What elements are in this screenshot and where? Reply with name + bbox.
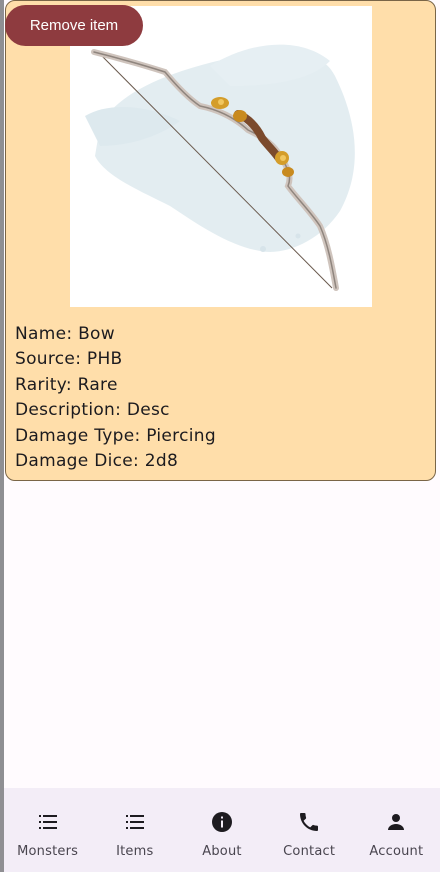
item-description: Description: Desc bbox=[15, 400, 170, 421]
phone-icon bbox=[300, 813, 319, 831]
remove-item-button[interactable]: Remove item bbox=[5, 5, 143, 46]
nav-label-items: Items bbox=[116, 844, 154, 859]
item-details: Name: Bow Source: PHB Rarity: Rare Descr… bbox=[15, 322, 216, 474]
item-source: Source: PHB bbox=[15, 349, 123, 370]
person-icon bbox=[388, 814, 405, 830]
nav-item-monsters[interactable]: Monsters bbox=[5, 788, 90, 859]
nav-item-account[interactable]: Account bbox=[354, 788, 439, 859]
nav-label-monsters: Monsters bbox=[17, 844, 79, 859]
list-icon bbox=[38, 815, 57, 829]
list-icon bbox=[125, 815, 144, 829]
bottom-navigation: Monsters Items About Contact Account bbox=[4, 788, 440, 872]
item-image bbox=[70, 6, 372, 307]
info-icon bbox=[211, 812, 232, 832]
item-rarity: Rarity: Rare bbox=[15, 374, 118, 395]
left-edge-strip bbox=[0, 0, 4, 872]
bow-illustration-icon bbox=[85, 44, 355, 291]
nav-label-about: About bbox=[202, 844, 242, 859]
item-name: Name: Bow bbox=[15, 324, 115, 344]
nav-item-about[interactable]: About bbox=[179, 788, 264, 859]
nav-item-contact[interactable]: Contact bbox=[267, 788, 352, 859]
item-damage-dice: Damage Dice: 2d8 bbox=[15, 450, 179, 471]
nav-label-account: Account bbox=[369, 844, 424, 859]
item-damage-type: Damage Type: Piercing bbox=[15, 425, 216, 446]
nav-item-items[interactable]: Items bbox=[92, 788, 177, 859]
nav-label-contact: Contact bbox=[283, 844, 336, 859]
